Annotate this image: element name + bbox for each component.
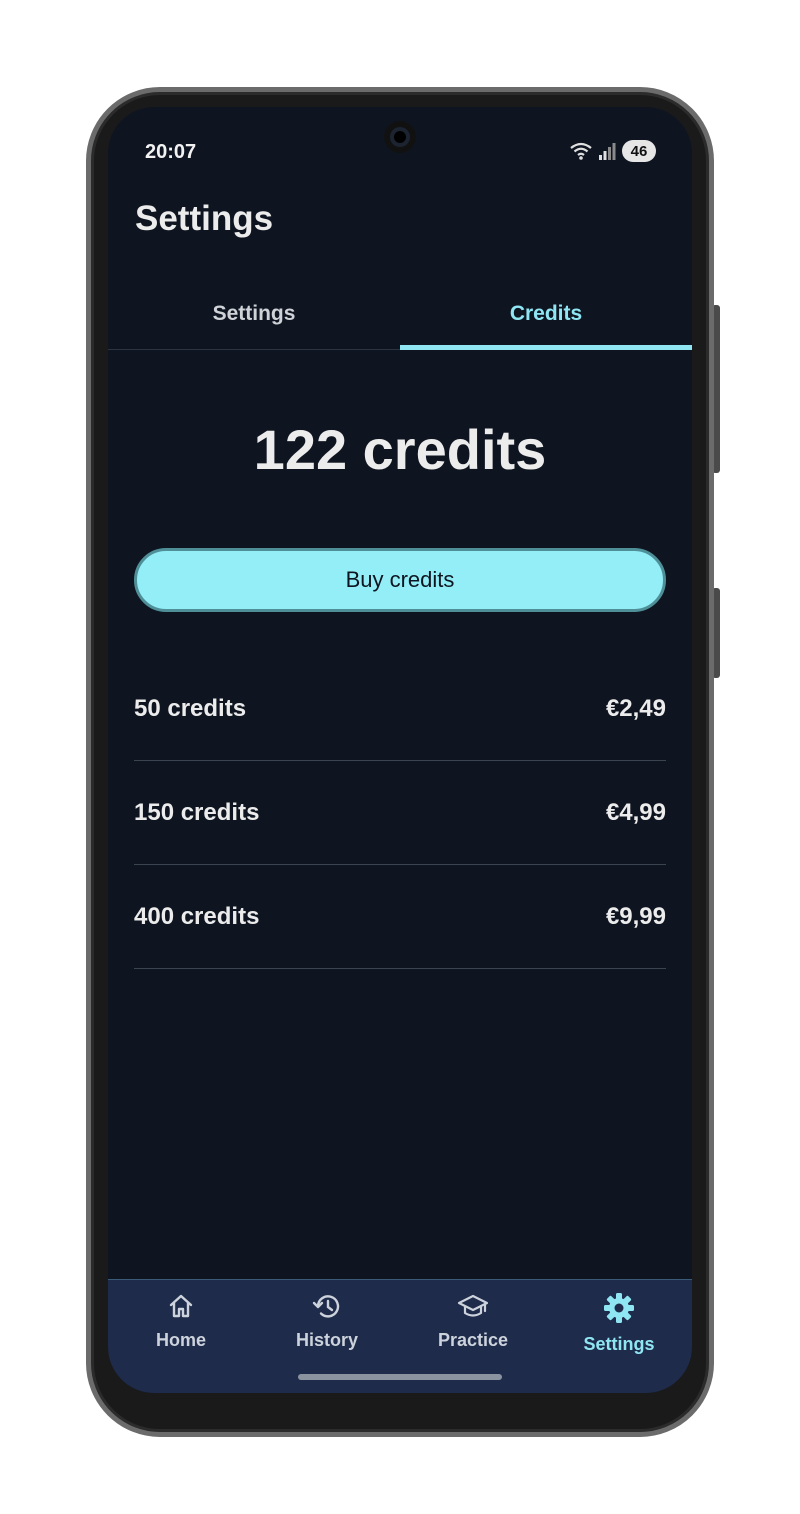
package-price: €4,99 — [605, 798, 666, 826]
tab-settings[interactable]: Settings — [108, 279, 400, 349]
app-screen: 20:07 46 Settings Settings Credits 122 c… — [108, 107, 692, 1393]
credit-balance: 122 credits — [253, 418, 547, 481]
tab-bar: Settings Credits — [108, 279, 692, 350]
tab-credits[interactable]: Credits — [400, 279, 692, 350]
nav-label: Settings — [583, 1334, 655, 1354]
status-icons: 46 — [570, 140, 656, 162]
graduation-cap-icon — [457, 1292, 489, 1320]
package-price: €2,49 — [605, 694, 666, 722]
front-camera — [384, 121, 416, 153]
home-icon — [167, 1292, 195, 1320]
nav-label: Practice — [437, 1330, 509, 1350]
nav-label: History — [295, 1330, 358, 1350]
device-stage: 20:07 46 Settings Settings Credits 122 c… — [0, 0, 800, 1514]
buy-credits-button[interactable]: Buy credits — [134, 548, 666, 612]
package-row-400[interactable]: 400 credits €9,99 — [134, 865, 666, 969]
wifi-icon — [570, 141, 592, 161]
page-title: Settings — [135, 199, 274, 238]
battery-indicator: 46 — [622, 140, 656, 162]
nav-item-settings[interactable]: Settings — [546, 1280, 692, 1393]
package-row-50[interactable]: 50 credits €2,49 — [134, 657, 666, 761]
signal-icon — [598, 142, 616, 160]
package-row-150[interactable]: 150 credits €4,99 — [134, 761, 666, 865]
package-name: 50 credits — [134, 694, 247, 722]
home-indicator — [298, 1374, 502, 1380]
nav-item-home[interactable]: Home — [108, 1280, 254, 1393]
package-name: 150 credits — [134, 798, 260, 826]
package-name: 400 credits — [134, 902, 260, 930]
credit-packages-list: 50 credits €2,49 150 credits €4,99 400 c… — [134, 657, 666, 969]
gear-icon — [603, 1292, 635, 1324]
status-time: 20:07 — [145, 141, 197, 163]
history-icon — [312, 1292, 342, 1320]
nav-label: Home — [155, 1330, 206, 1350]
package-price: €9,99 — [605, 902, 666, 930]
